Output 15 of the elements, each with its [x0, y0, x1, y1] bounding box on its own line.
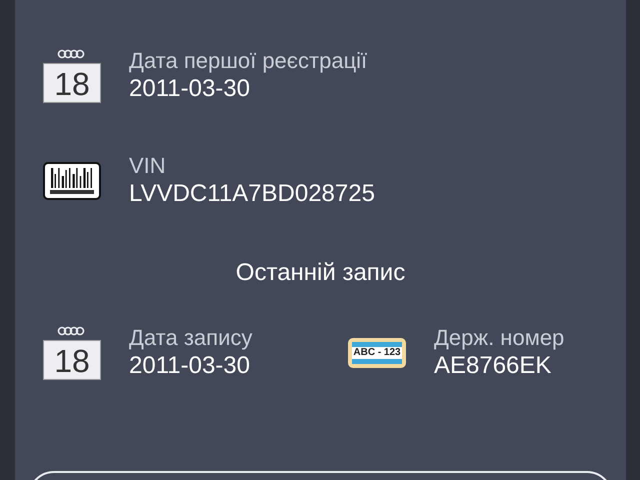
license-plate-icon: ABC - 123 [348, 338, 406, 368]
field-value: LVVDC11A7BD028725 [129, 179, 375, 209]
field-label: Дата запису [129, 325, 252, 351]
field-value: 2011-03-30 [129, 351, 251, 381]
field-label: Дата першої реєстрації [129, 48, 368, 74]
field-value: AE8766EK [434, 351, 552, 381]
field-label: Держ. номер [434, 325, 564, 351]
section-title: Останній запис [234, 258, 406, 288]
barcode-icon [43, 162, 101, 200]
field-value: 2011-03-30 [129, 74, 251, 104]
calendar-icon: 18 [43, 340, 101, 380]
field-label: VIN [129, 153, 167, 179]
calendar-icon: 18 [43, 63, 101, 103]
binder-rings-icon [57, 49, 87, 59]
binder-rings-icon [57, 326, 87, 336]
